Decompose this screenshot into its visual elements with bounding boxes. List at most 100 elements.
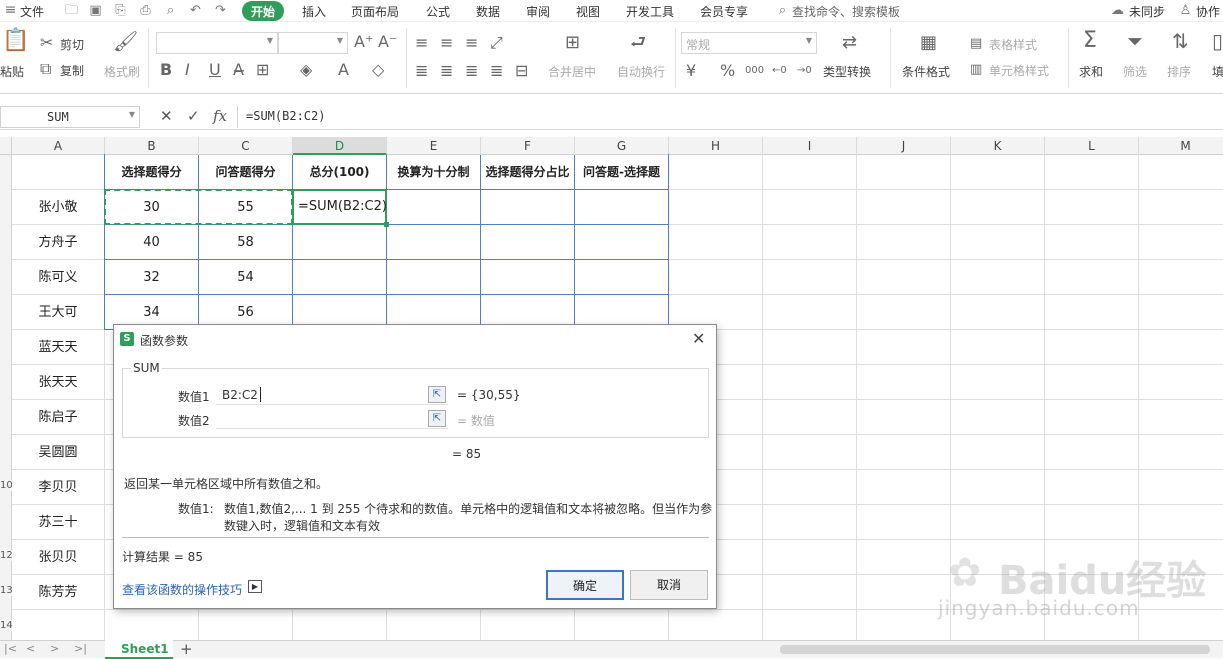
chevron-down-icon[interactable]: ▼ bbox=[129, 110, 135, 119]
name-cell[interactable]: 陈芳芳 bbox=[12, 575, 104, 610]
font-name-select[interactable]: ▼ bbox=[156, 32, 278, 54]
name-cell[interactable]: 张贝贝 bbox=[12, 540, 104, 575]
column-header[interactable]: E bbox=[387, 137, 481, 155]
currency-icon[interactable]: ¥ bbox=[686, 62, 696, 80]
sort-button[interactable]: 排序 bbox=[1167, 63, 1191, 80]
increase-decimal-icon[interactable]: ←0 bbox=[772, 62, 787, 80]
save-icon[interactable]: ▣ bbox=[88, 3, 103, 18]
first-sheet-icon[interactable]: |< bbox=[4, 642, 17, 655]
tab-data[interactable]: 数据 bbox=[476, 3, 500, 20]
close-icon[interactable]: ✕ bbox=[692, 329, 705, 348]
formula-input[interactable]: =SUM(B2:C2) bbox=[237, 106, 1223, 128]
dialog-titlebar[interactable]: S 函数参数 ✕ bbox=[114, 325, 716, 355]
bold-icon[interactable]: B bbox=[160, 61, 172, 79]
fill-icon[interactable]: ▯ bbox=[1212, 31, 1223, 51]
active-cell[interactable]: =SUM(B2:C2) bbox=[292, 189, 389, 227]
sum-button[interactable]: 求和 bbox=[1079, 63, 1103, 80]
header-cell[interactable]: 问答题-选择题 bbox=[575, 155, 668, 190]
fill-color-icon[interactable]: ◈ bbox=[300, 61, 312, 79]
column-header[interactable]: F bbox=[481, 137, 575, 155]
column-header[interactable]: B bbox=[105, 137, 199, 155]
insert-function-icon[interactable]: fx bbox=[213, 107, 227, 125]
cut-icon[interactable]: ✂ bbox=[40, 34, 53, 52]
format-painter-icon[interactable]: 🖌 bbox=[113, 31, 138, 51]
clear-format-icon[interactable]: ◇ bbox=[372, 61, 384, 79]
name-cell[interactable]: 蓝天天 bbox=[12, 330, 104, 365]
folder-icon[interactable]: 🗀 bbox=[64, 3, 79, 18]
horizontal-scrollbar[interactable] bbox=[780, 645, 1210, 654]
tab-member[interactable]: 会员专享 bbox=[700, 3, 748, 20]
underline-icon[interactable]: U bbox=[209, 61, 221, 79]
align-bottom-icon[interactable]: ≡ bbox=[465, 34, 478, 52]
type-convert-icon[interactable]: ⇄ bbox=[842, 34, 857, 52]
tab-view[interactable]: 视图 bbox=[576, 3, 600, 20]
align-middle-icon[interactable]: ≡ bbox=[440, 34, 453, 52]
header-cell[interactable]: 总分(100) bbox=[293, 155, 386, 190]
sync-status[interactable]: 未同步 bbox=[1129, 3, 1165, 20]
tab-insert[interactable]: 插入 bbox=[302, 3, 326, 20]
column-header[interactable]: G bbox=[575, 137, 669, 155]
name-cell[interactable]: 陈启子 bbox=[12, 400, 104, 435]
tab-page-layout[interactable]: 页面布局 bbox=[351, 3, 399, 20]
header-cell[interactable]: 问答题得分 bbox=[199, 155, 292, 190]
column-header[interactable]: K bbox=[951, 137, 1045, 155]
decrease-decimal-icon[interactable]: →0 bbox=[797, 62, 812, 80]
cond-format-button[interactable]: 条件格式 bbox=[902, 63, 950, 80]
undo-icon[interactable]: ↶ bbox=[188, 3, 203, 18]
header-cell[interactable]: 选择题得分占比 bbox=[481, 155, 574, 190]
arg1-input[interactable]: B2:C2 bbox=[216, 385, 448, 405]
strikethrough-icon[interactable]: A̶ bbox=[233, 61, 244, 79]
name-cell[interactable]: 方舟子 bbox=[12, 225, 104, 260]
ok-button[interactable]: 确定 bbox=[546, 570, 624, 600]
wrap-text-icon[interactable]: ⮐ bbox=[630, 34, 646, 52]
orientation-icon[interactable]: ⤢ bbox=[490, 34, 503, 52]
filter-icon[interactable]: ⏷ bbox=[1127, 31, 1143, 51]
help-link[interactable]: 查看该函数的操作技巧 bbox=[122, 581, 242, 598]
cell-style-button[interactable]: 单元格样式 bbox=[989, 62, 1049, 79]
add-sheet-icon[interactable]: + bbox=[180, 640, 193, 658]
sheet-tab[interactable]: Sheet1 bbox=[105, 640, 173, 659]
hamburger-icon[interactable]: ≡ bbox=[3, 3, 18, 18]
merge-center-button[interactable]: 合并居中 bbox=[548, 63, 596, 80]
tab-developer[interactable]: 开发工具 bbox=[626, 3, 674, 20]
paste-icon[interactable]: 📋 bbox=[2, 30, 29, 52]
column-header[interactable]: D bbox=[293, 137, 387, 155]
prev-sheet-icon[interactable]: < bbox=[26, 642, 35, 655]
sum-icon[interactable]: Σ bbox=[1083, 30, 1097, 52]
distribute-icon[interactable]: ⊟ bbox=[515, 62, 528, 80]
collab-button[interactable]: 协作 bbox=[1196, 3, 1220, 20]
align-center-icon[interactable]: ≣ bbox=[440, 62, 453, 80]
score-cell[interactable]: 32 bbox=[105, 260, 198, 295]
sort-icon[interactable]: ⇅ bbox=[1172, 31, 1189, 51]
column-header[interactable]: L bbox=[1045, 137, 1139, 155]
name-cell[interactable]: 苏三十 bbox=[12, 505, 104, 540]
wrap-text-button[interactable]: 自动换行 bbox=[617, 63, 665, 80]
cond-format-icon[interactable]: ▦ bbox=[920, 34, 937, 52]
range-select-icon[interactable]: ⇱ bbox=[428, 386, 446, 403]
confirm-icon[interactable]: ✓ bbox=[187, 107, 200, 125]
name-cell[interactable]: 李贝贝 bbox=[12, 470, 104, 505]
row-number[interactable]: 14 bbox=[0, 620, 13, 631]
score-cell[interactable]: 40 bbox=[105, 225, 198, 260]
format-painter-button[interactable]: 格式刷 bbox=[104, 63, 140, 80]
column-header[interactable]: H bbox=[669, 137, 763, 155]
row-number[interactable]: 10 bbox=[0, 480, 13, 491]
range-select-icon[interactable]: ⇱ bbox=[428, 410, 446, 427]
print-icon[interactable]: ⎙ bbox=[138, 3, 153, 18]
score-cell[interactable]: 58 bbox=[199, 225, 292, 260]
select-all-corner[interactable] bbox=[0, 137, 12, 155]
font-color-icon[interactable]: A bbox=[338, 61, 349, 79]
column-header[interactable]: J bbox=[857, 137, 951, 155]
cut-button[interactable]: 剪切 bbox=[60, 36, 84, 53]
tab-home[interactable]: 开始 bbox=[242, 1, 285, 21]
decrease-font-icon[interactable]: A⁻ bbox=[378, 33, 397, 51]
print-preview-icon[interactable]: ⌕ bbox=[163, 3, 178, 18]
name-box[interactable]: SUM ▼ bbox=[0, 106, 140, 128]
name-cell[interactable]: 吴圆圆 bbox=[12, 435, 104, 470]
percent-icon[interactable]: % bbox=[720, 62, 735, 80]
redo-icon[interactable]: ↷ bbox=[213, 3, 228, 18]
merge-center-icon[interactable]: ⊞ bbox=[565, 34, 580, 52]
column-header[interactable]: A bbox=[12, 137, 105, 155]
font-size-select[interactable]: ▼ bbox=[278, 32, 348, 54]
italic-icon[interactable]: I bbox=[185, 61, 190, 79]
